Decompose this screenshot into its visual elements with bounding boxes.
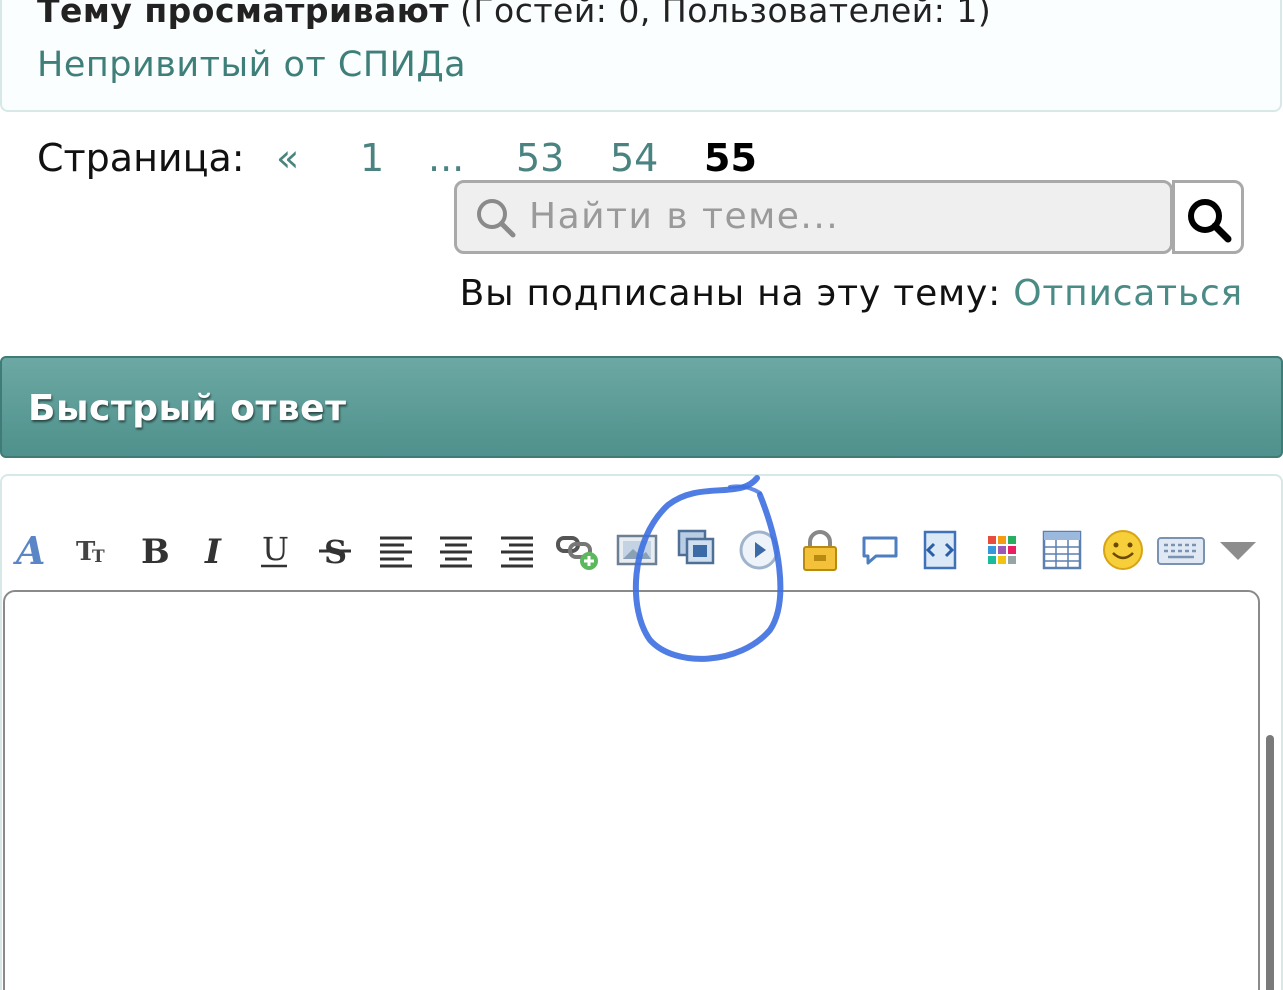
search-button[interactable] (1172, 180, 1244, 254)
dropdown-arrow-icon[interactable] (1216, 522, 1260, 578)
pagination-label: Страница: (37, 136, 245, 180)
align-left-icon[interactable] (374, 522, 418, 578)
search-icon (477, 199, 516, 238)
search-placeholder: Найти в теме... (529, 196, 840, 237)
search-icon (1188, 199, 1232, 243)
page-ellipsis: ... (428, 136, 465, 180)
svg-text:I: I (204, 532, 222, 570)
viewers-label: Тему просматривают (37, 0, 449, 30)
code-icon[interactable] (919, 522, 963, 578)
svg-text:B: B (141, 532, 170, 570)
color-grid-icon[interactable] (980, 522, 1024, 578)
search-input[interactable]: Найти в теме... (454, 180, 1173, 254)
topic-search: Найти в теме... (454, 180, 1244, 254)
font-color-icon[interactable]: A (10, 522, 54, 578)
strikethrough-icon[interactable]: S (313, 522, 357, 578)
table-icon[interactable] (1040, 522, 1084, 578)
align-right-icon[interactable] (495, 522, 539, 578)
svg-text:A: A (13, 530, 45, 570)
svg-text:U: U (262, 530, 289, 568)
insert-media-icon[interactable] (676, 522, 720, 578)
insert-image-icon[interactable] (616, 522, 660, 578)
font-size-icon[interactable]: TT (70, 522, 114, 578)
page-link-54[interactable]: 54 (610, 136, 658, 180)
page-first-link[interactable]: « (276, 136, 299, 180)
reply-textarea[interactable] (3, 590, 1260, 990)
quick-reply-title: Быстрый ответ (28, 388, 347, 429)
unsubscribe-link[interactable]: Отписаться (1013, 273, 1243, 314)
page-link-53[interactable]: 53 (516, 136, 564, 180)
align-center-icon[interactable] (434, 522, 478, 578)
bold-icon[interactable]: B (131, 522, 175, 578)
lock-icon[interactable] (798, 522, 842, 578)
viewer-user-link[interactable]: Непривитый от СПИДа (37, 45, 466, 85)
page-current: 55 (704, 136, 757, 180)
italic-icon[interactable]: I (191, 522, 235, 578)
page-link-1[interactable]: 1 (360, 136, 384, 180)
textarea-scrollbar[interactable] (1266, 735, 1274, 990)
underline-icon[interactable]: U (252, 522, 296, 578)
play-icon[interactable] (737, 522, 781, 578)
svg-text:T: T (92, 547, 105, 567)
viewers-line: Тему просматривают (Гостей: 0, Пользоват… (37, 0, 991, 30)
speech-bubble-icon[interactable] (858, 522, 902, 578)
subscription-status: Вы подписаны на эту тему: Отписаться (460, 273, 1243, 314)
keyboard-icon[interactable] (1155, 522, 1207, 578)
quick-reply-header: Быстрый ответ (0, 356, 1283, 458)
subscription-text: Вы подписаны на эту тему: (459, 273, 1002, 314)
viewers-counts: (Гостей: 0, Пользователей: 1) (460, 0, 992, 30)
insert-link-icon[interactable] (556, 522, 600, 578)
smiley-icon[interactable] (1101, 522, 1145, 578)
